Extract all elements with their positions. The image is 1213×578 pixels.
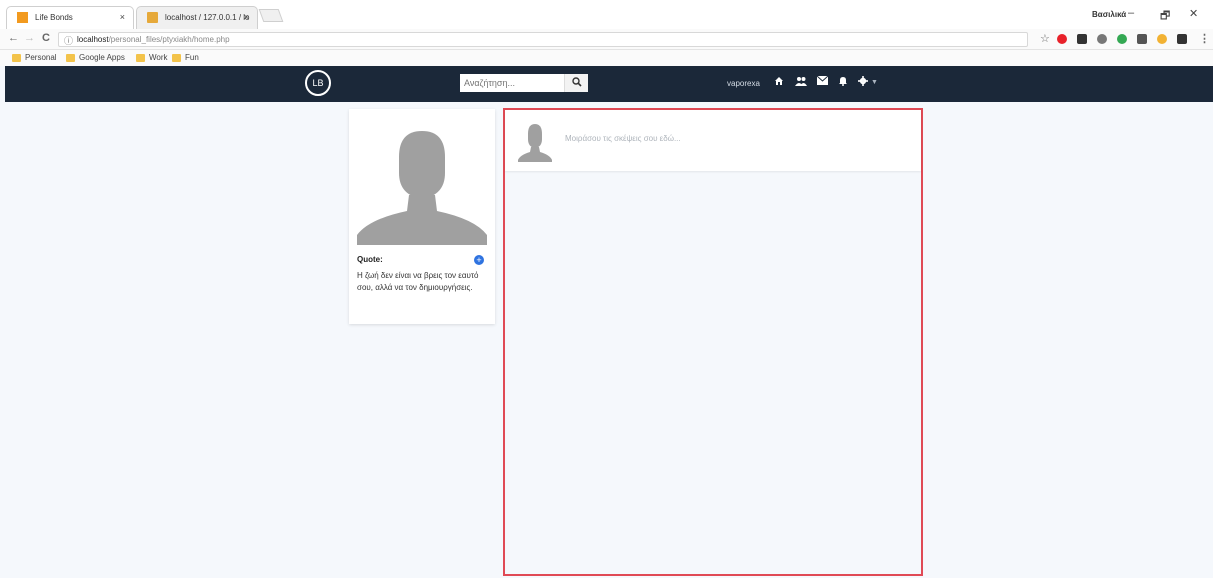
bookmark-work[interactable]: Work	[136, 53, 168, 62]
composer-input[interactable]	[565, 130, 895, 146]
bookmark-label: Google Apps	[79, 53, 125, 62]
users-icon[interactable]	[795, 76, 807, 89]
home-icon[interactable]	[774, 76, 784, 89]
opera-extension-icon[interactable]	[1057, 34, 1067, 44]
browser-tabstrip: Life Bonds × localhost / 127.0.0.1 / lo …	[0, 0, 1213, 29]
address-bar-row: ← → C ⓘ localhost/personal_files/ptyxiak…	[0, 29, 1213, 50]
quote-text: Η ζωή δεν είναι να βρεις τον εαυτό σου, …	[357, 271, 479, 292]
profile-card: Quote: + Η ζωή δεν είναι να βρεις τον εα…	[349, 109, 495, 324]
site-navbar: LB vaporexa ▼	[5, 66, 1213, 102]
chrome-extension-icon[interactable]	[1157, 34, 1167, 44]
reload-icon[interactable]: C	[42, 32, 50, 44]
tab-phpmyadmin[interactable]: localhost / 127.0.0.1 / lo ×	[136, 6, 258, 29]
quote-label: Quote:	[357, 255, 383, 264]
folder-icon	[172, 54, 181, 62]
life-bonds-favicon-icon	[17, 12, 28, 23]
url-field[interactable]: ⓘ localhost/personal_files/ptyxiakh/home…	[58, 32, 1028, 47]
bookmarks-bar: Personal Google Apps Work Fun	[0, 50, 1213, 66]
bookmark-label: Fun	[185, 53, 199, 62]
close-window-icon[interactable]: ✕	[1189, 7, 1198, 20]
bookmark-google-apps[interactable]: Google Apps	[66, 53, 125, 62]
browser-menu-icon[interactable]: ⋮	[1199, 32, 1210, 45]
bookmark-label: Work	[149, 53, 168, 62]
tab-title: localhost / 127.0.0.1 / lo	[165, 13, 250, 22]
phpmyadmin-favicon-icon	[147, 12, 158, 23]
bookmark-personal[interactable]: Personal	[12, 53, 57, 62]
tab-close-icon[interactable]: ×	[120, 12, 125, 22]
forward-icon[interactable]: →	[24, 32, 35, 44]
tab-close-icon[interactable]: ×	[244, 12, 249, 22]
extension-icon[interactable]	[1177, 34, 1187, 44]
new-tab-button[interactable]	[258, 9, 284, 22]
url-path: /personal_files/ptyxiakh/home.php	[108, 35, 230, 44]
search-icon	[571, 77, 582, 87]
avatar[interactable]	[357, 117, 487, 245]
bell-icon[interactable]	[838, 76, 848, 89]
folder-icon	[12, 54, 21, 62]
site-logo[interactable]: LB	[305, 70, 331, 96]
url-host: localhost	[77, 35, 109, 44]
tab-title: Life Bonds	[35, 13, 73, 22]
browser-profile-name[interactable]: Βασιλικά	[1092, 10, 1126, 19]
envelope-icon[interactable]	[816, 75, 829, 88]
nav-username[interactable]: vaporexa	[727, 79, 760, 88]
restore-icon[interactable]: 🗗	[1160, 7, 1170, 26]
bookmark-label: Personal	[25, 53, 57, 62]
info-icon[interactable]: ⓘ	[64, 34, 73, 47]
back-icon[interactable]: ←	[8, 32, 19, 44]
composer-avatar	[518, 124, 552, 162]
add-quote-button[interactable]: +	[474, 255, 484, 265]
minimize-icon[interactable]: –	[1128, 7, 1134, 19]
bookmark-fun[interactable]: Fun	[172, 53, 199, 62]
search-input[interactable]	[460, 74, 562, 92]
feed-panel	[503, 108, 923, 576]
tab-life-bonds[interactable]: Life Bonds ×	[6, 6, 134, 29]
extension-icon[interactable]	[1137, 34, 1147, 44]
bookmark-star-icon[interactable]: ☆	[1040, 32, 1050, 45]
extension-icon[interactable]	[1117, 34, 1127, 44]
search-form	[460, 74, 588, 92]
extension-icon[interactable]	[1097, 34, 1107, 44]
extension-icon[interactable]	[1077, 34, 1087, 44]
post-composer	[505, 110, 921, 171]
search-button[interactable]	[564, 74, 588, 92]
folder-icon	[136, 54, 145, 62]
chevron-down-icon[interactable]: ▼	[871, 79, 878, 86]
folder-icon	[66, 54, 75, 62]
gear-icon[interactable]	[858, 76, 868, 89]
